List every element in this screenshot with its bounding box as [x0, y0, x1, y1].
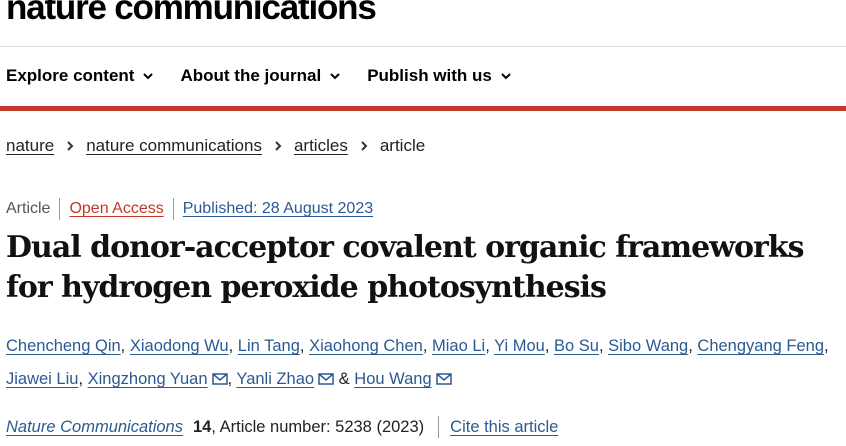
- nav-label: Explore content: [6, 66, 135, 85]
- main-nav: Explore content About the journal Publis…: [6, 66, 538, 86]
- chevron-right-icon: [67, 141, 74, 151]
- chevron-right-icon: [275, 141, 282, 151]
- mail-icon[interactable]: [211, 373, 228, 385]
- nav-publish-with-us[interactable]: Publish with us: [367, 66, 512, 86]
- meta-divider: [172, 198, 174, 220]
- author-link[interactable]: Miao Li: [432, 337, 485, 355]
- author-link[interactable]: Sibo Wang: [608, 337, 688, 355]
- chevron-down-icon: [330, 73, 340, 80]
- breadcrumb: nature nature communications articles ar…: [6, 136, 425, 156]
- author-link[interactable]: Jiawei Liu: [6, 370, 78, 388]
- author-link[interactable]: Xingzhong Yuan: [88, 370, 208, 388]
- author-link[interactable]: Lin Tang: [238, 337, 300, 355]
- author-link[interactable]: Xiaohong Chen: [309, 337, 423, 355]
- breadcrumb-articles[interactable]: articles: [294, 136, 348, 156]
- nav-about-the-journal[interactable]: About the journal: [180, 66, 341, 86]
- article-type: Article: [6, 200, 51, 217]
- breadcrumb-current: article: [379, 136, 426, 155]
- article-number: , Article number: 5238 (2023): [211, 417, 425, 436]
- published-date-link[interactable]: Published: 28 August 2023: [183, 200, 373, 218]
- open-access-link[interactable]: Open Access: [69, 200, 163, 218]
- author-link[interactable]: Bo Su: [554, 337, 599, 355]
- chevron-right-icon: [361, 141, 368, 151]
- nav-label: Publish with us: [367, 66, 492, 85]
- site-logo[interactable]: nature communications: [6, 0, 377, 28]
- mail-icon[interactable]: [435, 373, 452, 385]
- citation-divider: [438, 416, 440, 438]
- nav-label: About the journal: [180, 66, 322, 85]
- chevron-down-icon: [501, 73, 511, 80]
- author-link[interactable]: Yanli Zhao: [236, 370, 314, 388]
- header-accent-bar: [0, 106, 846, 111]
- author-link[interactable]: Yi Mou: [494, 337, 545, 355]
- chevron-down-icon: [143, 73, 154, 80]
- nav-explore-content[interactable]: Explore content: [6, 66, 154, 86]
- author-link[interactable]: Hou Wang: [354, 370, 431, 388]
- author-link[interactable]: Chencheng Qin: [6, 337, 121, 355]
- citation-line: Nature Communications 14, Article number…: [6, 416, 558, 438]
- breadcrumb-nature[interactable]: nature: [6, 136, 54, 156]
- author-list: Chencheng Qin, Xiaodong Wu, Lin Tang, Xi…: [6, 337, 829, 388]
- breadcrumb-nature-communications[interactable]: nature communications: [86, 136, 262, 156]
- article-meta: Article Open Access Published: 28 August…: [6, 198, 373, 220]
- volume-number: 14: [193, 417, 212, 436]
- header-divider: [0, 46, 846, 47]
- mail-icon[interactable]: [318, 373, 334, 385]
- article-title: Dual donor-acceptor covalent organic fra…: [6, 230, 805, 305]
- author-link[interactable]: Xiaodong Wu: [130, 337, 229, 355]
- author-link[interactable]: Chengyang Feng: [697, 337, 824, 355]
- journal-link[interactable]: Nature Communications: [6, 418, 183, 437]
- meta-divider: [59, 198, 61, 220]
- cite-this-article-link[interactable]: Cite this article: [450, 418, 558, 437]
